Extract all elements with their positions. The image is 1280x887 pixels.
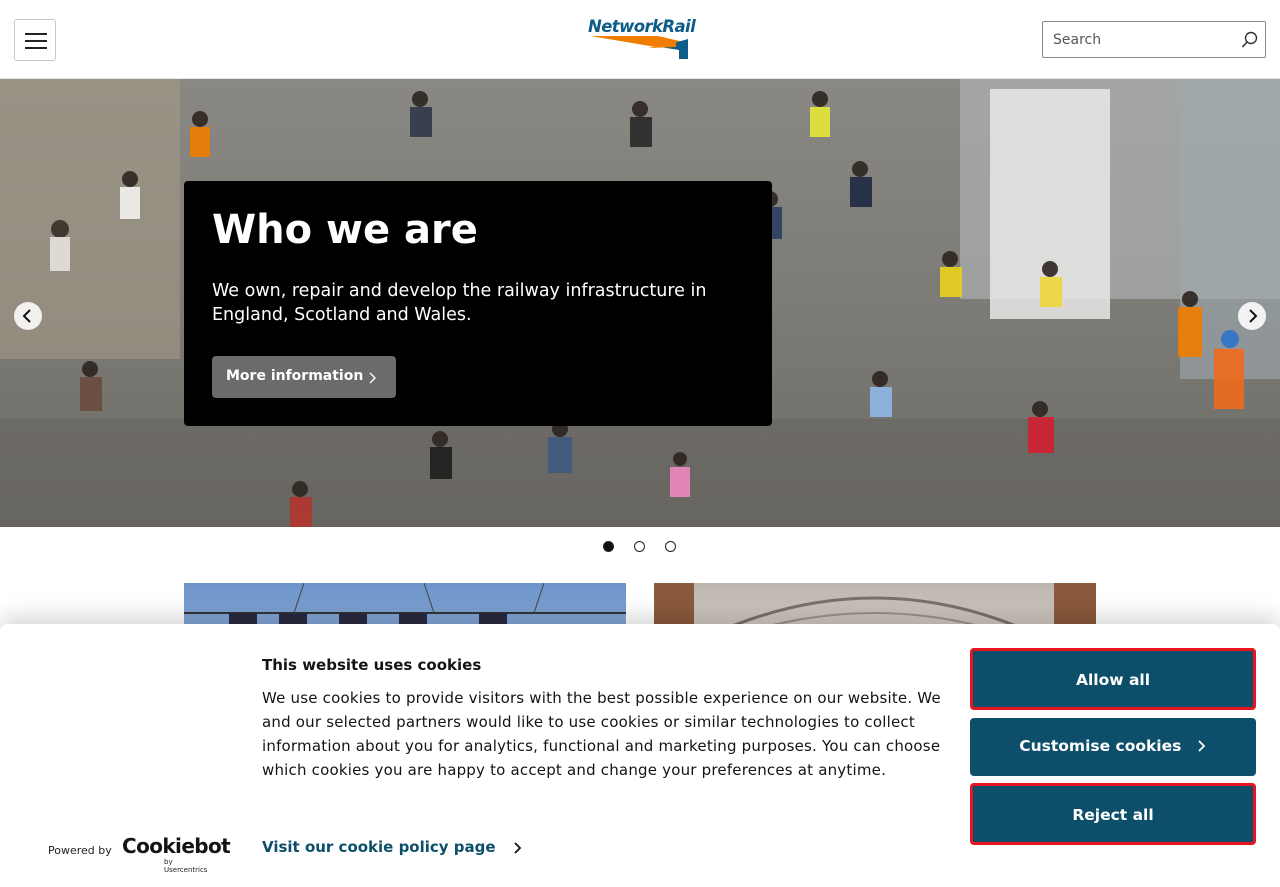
carousel-prev-button[interactable] (14, 302, 42, 330)
cookiebot-sublabel: by Usercentrics (164, 858, 208, 874)
hero-title: Who we are (212, 207, 478, 253)
cookie-consent-banner: Powered by Cookiebot by Usercentrics Thi… (0, 624, 1280, 887)
cookie-banner-text: We use cookies to provide visitors with … (262, 689, 941, 779)
carousel-dot-2[interactable] (634, 541, 645, 552)
hamburger-menu-button[interactable] (14, 19, 56, 61)
carousel-next-button[interactable] (1238, 302, 1266, 330)
menu-bar (25, 33, 47, 35)
menu-bar (25, 47, 47, 49)
customise-cookies-label: Customise cookies (970, 737, 1256, 755)
chevron-right-icon (1198, 740, 1206, 752)
chevron-right-icon (514, 842, 522, 854)
chevron-left-icon (22, 309, 31, 323)
hero-info-card: Who we are We own, repair and develop th… (184, 181, 772, 426)
hero-carousel: Who we are We own, repair and develop th… (0, 79, 1280, 527)
chevron-right-icon (369, 372, 376, 384)
search-box (1042, 21, 1266, 58)
allow-all-label: Allow all (1075, 671, 1151, 689)
menu-bar (25, 40, 47, 42)
reject-all-button[interactable]: Reject all (970, 783, 1256, 845)
cookie-banner-title: This website uses cookies (262, 656, 482, 674)
customise-cookies-text: Customise cookies (1019, 737, 1182, 755)
cookiebot-logo: Cookiebot (122, 834, 231, 858)
cookie-policy-link[interactable]: Visit our cookie policy page (262, 838, 496, 856)
hero-description: We own, repair and develop the railway i… (212, 281, 707, 325)
carousel-pagination (0, 539, 1280, 555)
site-header: NetworkRail (0, 0, 1280, 79)
magnifier-icon[interactable] (1241, 31, 1259, 49)
logo-arrows-icon (590, 36, 688, 59)
carousel-dot-3[interactable] (665, 541, 676, 552)
search-input[interactable] (1043, 22, 1233, 57)
more-information-label: More information (226, 368, 364, 384)
allow-all-button[interactable]: Allow all (970, 648, 1256, 710)
carousel-dot-1[interactable] (603, 541, 614, 552)
chevron-right-icon (1249, 309, 1258, 323)
reject-all-label: Reject all (1072, 806, 1154, 824)
powered-by-label: Powered by (48, 844, 112, 857)
cookiebot-branding[interactable]: Powered by Cookiebot by Usercentrics (48, 834, 231, 874)
customise-cookies-button[interactable]: Customise cookies (970, 718, 1256, 776)
more-information-button[interactable]: More information (212, 356, 396, 398)
network-rail-logo[interactable]: NetworkRail (588, 17, 696, 59)
